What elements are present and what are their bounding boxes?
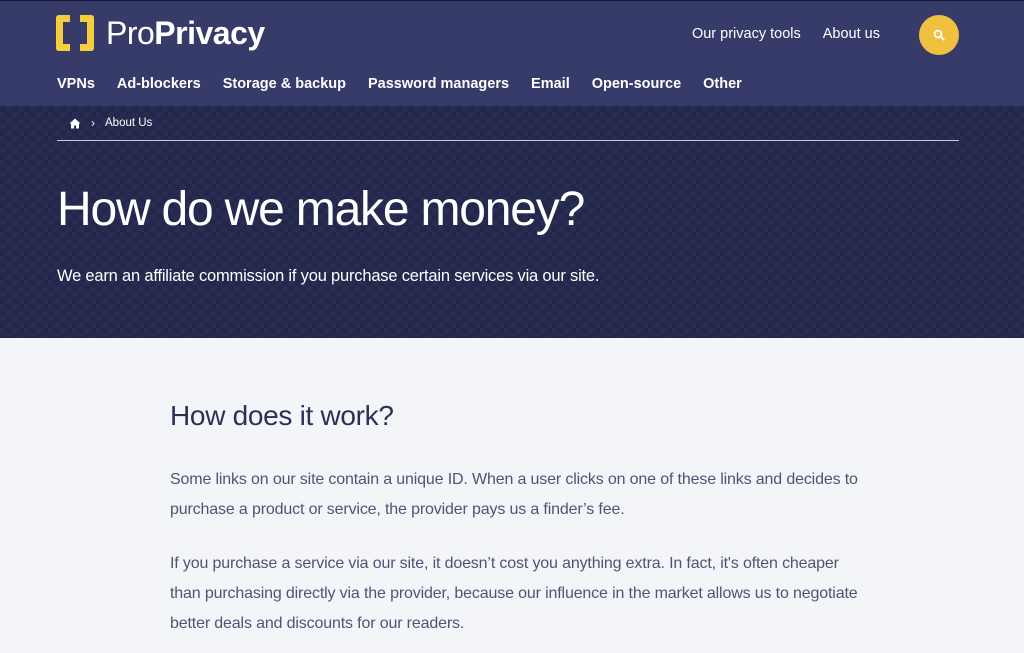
nav-email[interactable]: Email [531,75,570,93]
breadcrumb: › About Us [69,116,152,130]
home-icon[interactable] [69,118,81,129]
breadcrumb-current[interactable]: About Us [105,117,152,129]
nav-vpns[interactable]: VPNs [57,75,95,93]
breadcrumb-divider [57,140,959,141]
section-heading: How does it work? [170,400,394,431]
top-links: Our privacy tools About us [692,25,880,43]
proprivacy-logo[interactable]: ProPrivacy [56,15,265,51]
about-us-link[interactable]: About us [823,25,880,43]
site-header: ProPrivacy Our privacy tools About us VP… [0,0,1024,106]
nav-open-source[interactable]: Open-source [592,75,681,93]
paragraph: If you purchase a service via our site, … [170,555,858,632]
page-subtitle: We earn an affiliate commission if you p… [57,267,600,285]
page-title: How do we make money? [57,183,585,236]
search-button[interactable] [919,15,959,55]
logo-text-privacy: Privacy [154,15,265,51]
search-icon [933,29,945,41]
nav-ad-blockers[interactable]: Ad-blockers [117,75,201,93]
nav-storage-backup[interactable]: Storage & backup [223,75,346,93]
logo-text-pro: Pro [106,15,155,51]
chevron-right-icon: › [91,116,95,130]
logo-brackets-icon [56,15,94,51]
paragraph: Some links on our site contain a unique … [170,471,858,518]
nav-other[interactable]: Other [703,75,742,93]
our-privacy-tools-link[interactable]: Our privacy tools [692,25,801,43]
main-nav: VPNs Ad-blockers Storage & backup Passwo… [57,75,742,93]
nav-password-managers[interactable]: Password managers [368,75,509,93]
hero-banner: › About Us How do we make money? We earn… [0,106,1024,338]
logo-wordmark: ProPrivacy [106,15,265,51]
